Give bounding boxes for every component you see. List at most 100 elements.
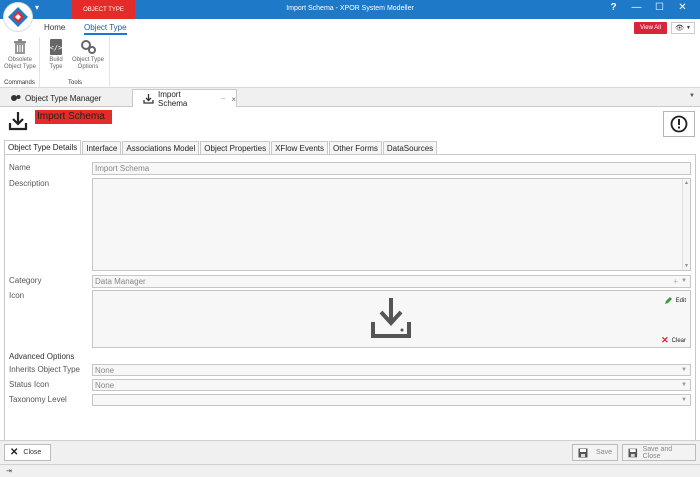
minimize-button[interactable]: — xyxy=(625,2,648,13)
ribbon-tab-object-type[interactable]: Object Type xyxy=(84,23,127,35)
description-textarea[interactable]: ▲ ▼ xyxy=(92,178,691,271)
build-type-label: Build Type xyxy=(49,57,63,70)
plus-icon[interactable]: + xyxy=(673,276,678,287)
build-type-button[interactable]: </> Build Type xyxy=(47,39,65,71)
edit-icon-button[interactable]: Edit xyxy=(664,296,686,305)
clear-icon-button[interactable]: ✕ Clear xyxy=(661,335,686,346)
chevron-down-icon[interactable]: ▼ xyxy=(681,395,687,406)
svg-text:</>: </> xyxy=(50,44,63,52)
name-field[interactable]: Import Schema xyxy=(92,162,691,175)
document-tab-bar: Object Type Manager Import Schema ⇔ × ▼ xyxy=(0,89,700,108)
tab-object-type-details[interactable]: Object Type Details xyxy=(4,140,82,155)
obsolete-object-type-button[interactable]: Obsolete Object Type xyxy=(2,39,38,71)
save-and-close-button[interactable]: Save and Close xyxy=(622,444,696,461)
status-icon-value: None xyxy=(95,381,115,390)
save-button[interactable]: Save xyxy=(572,444,618,461)
category-label: Category xyxy=(9,276,42,285)
close-button[interactable]: ✕ Close xyxy=(4,444,51,461)
object-type-options-button[interactable]: Object Type Options xyxy=(68,39,108,71)
name-label: Name xyxy=(9,163,31,172)
ribbon: Obsolete Object Type Commands </> Build … xyxy=(0,37,700,88)
help-icon[interactable]: ? xyxy=(602,2,625,13)
chevron-down-icon[interactable]: ▼ xyxy=(681,276,687,287)
status-bar: ⇥ xyxy=(0,464,700,477)
title-bar: ▾ OBJECT TYPE Import Schema - XPOR Syste… xyxy=(0,0,700,19)
close-button-label: Close xyxy=(23,449,42,456)
description-label: Description xyxy=(9,179,50,188)
ribbon-tab-bar: Home Object Type xyxy=(0,19,700,37)
scroll-down-icon[interactable]: ▼ xyxy=(684,263,689,269)
app-logo-icon xyxy=(8,7,28,27)
app-logo[interactable] xyxy=(4,3,32,31)
category-select[interactable]: Data Manager + ▼ xyxy=(92,275,691,288)
page-title: Import Schema xyxy=(35,110,112,124)
tab-associations-model[interactable]: Associations Model xyxy=(122,141,200,155)
exclamation-circle-icon xyxy=(670,115,688,133)
maximize-button[interactable]: ☐ xyxy=(648,2,671,13)
taxonomy-level-label: Taxonomy Level xyxy=(9,395,67,404)
trash-icon xyxy=(14,39,26,54)
download-icon xyxy=(143,94,154,104)
gears-icon xyxy=(81,40,96,54)
inherits-object-type-select[interactable]: None ▼ xyxy=(92,364,691,376)
edit-icon xyxy=(664,297,672,304)
view-all-button[interactable]: View All xyxy=(634,22,667,34)
doc-tab-object-type-manager[interactable]: Object Type Manager xyxy=(0,89,132,107)
eye-icon: 👁 xyxy=(675,25,684,32)
pin-icon[interactable]: ⇔ xyxy=(220,96,226,102)
ribbon-tab-home[interactable]: Home xyxy=(44,23,65,32)
doc-tab-import-schema[interactable]: Import Schema ⇔ × xyxy=(132,89,237,108)
floppy-disk-icon xyxy=(628,448,638,457)
main-content: Import Schema Object Type Details Interf… xyxy=(0,107,700,440)
status-icon-label: Status Icon xyxy=(9,380,50,389)
download-icon xyxy=(371,298,411,338)
description-value xyxy=(93,179,95,188)
exit-icon[interactable]: ⇥ xyxy=(6,467,12,475)
close-tab-icon[interactable]: × xyxy=(231,95,236,104)
icon-label: Icon xyxy=(9,291,25,300)
clear-icon: ✕ xyxy=(661,335,669,345)
tab-list-dropdown-icon[interactable]: ▼ xyxy=(689,93,695,99)
inherits-object-type-value: None xyxy=(95,366,115,375)
tab-object-properties[interactable]: Object Properties xyxy=(200,141,271,155)
ribbon-group-commands: Obsolete Object Type Commands xyxy=(0,37,40,88)
chevron-down-icon[interactable]: ▼ xyxy=(681,365,687,376)
edit-label: Edit xyxy=(675,297,686,304)
scroll-up-icon[interactable]: ▲ xyxy=(684,180,689,186)
obsolete-object-type-label: Obsolete Object Type xyxy=(4,57,36,70)
gears-icon xyxy=(10,93,21,103)
window-title: Import Schema - XPOR System Modeller xyxy=(286,5,414,12)
category-value: Data Manager xyxy=(95,277,146,286)
download-icon xyxy=(8,111,28,133)
window-controls: ? — ☐ ✕ xyxy=(602,2,694,13)
tab-other-forms[interactable]: Other Forms xyxy=(329,141,382,155)
code-file-icon: </> xyxy=(50,39,63,55)
close-icon: ✕ xyxy=(10,447,19,458)
floppy-disk-icon xyxy=(578,448,588,457)
info-button[interactable] xyxy=(663,111,695,137)
doc-tab-label: Object Type Manager xyxy=(25,93,102,103)
inherits-object-type-label: Inherits Object Type xyxy=(9,365,80,374)
icon-preview-box: Edit ✕ Clear xyxy=(92,290,691,348)
close-window-button[interactable]: ✕ xyxy=(671,2,694,13)
chevron-down-icon[interactable]: ▼ xyxy=(681,380,687,391)
save-button-label: Save xyxy=(596,449,612,456)
bottom-action-bar: ✕ Close Save Save and Close xyxy=(0,440,700,464)
chevron-down-icon: ▼ xyxy=(685,25,691,31)
view-options-button[interactable]: 👁 ▼ xyxy=(671,22,695,34)
description-scrollbar[interactable]: ▲ ▼ xyxy=(682,179,690,270)
tab-datasources[interactable]: DataSources xyxy=(382,141,438,155)
advanced-options-heading: Advanced Options xyxy=(9,352,75,361)
ribbon-group-tools: </> Build Type Object Type Options Tools xyxy=(41,37,110,88)
tab-interface[interactable]: Interface xyxy=(82,141,122,155)
taxonomy-level-select[interactable]: ▼ xyxy=(92,394,691,406)
form-tab-bar: Object Type Details Interface Associatio… xyxy=(4,140,438,155)
clear-label: Clear xyxy=(671,337,686,344)
status-icon-select[interactable]: None ▼ xyxy=(92,379,691,391)
ribbon-group-label-commands: Commands xyxy=(4,80,35,86)
doc-tab-label: Import Schema xyxy=(158,90,188,108)
tab-xflow-events[interactable]: XFlow Events xyxy=(271,141,328,155)
save-and-close-label: Save and Close xyxy=(642,445,673,460)
ribbon-group-label-tools: Tools xyxy=(67,80,82,86)
object-type-options-label: Object Type Options xyxy=(72,57,104,70)
